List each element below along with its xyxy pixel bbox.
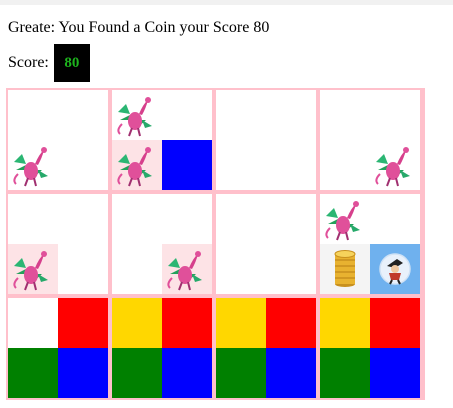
red-tile	[58, 298, 108, 348]
empty-square	[320, 140, 370, 190]
empty-square	[162, 194, 212, 244]
green-tile	[320, 348, 370, 398]
empty-square	[370, 90, 420, 140]
score-display: Score: 80	[8, 44, 90, 82]
game-board	[6, 88, 425, 400]
coin-stack-icon	[320, 244, 370, 294]
empty-square	[58, 194, 108, 244]
empty-square	[266, 194, 316, 244]
yellow-tile	[216, 298, 266, 348]
dragon-icon	[112, 140, 162, 190]
status-message: Greate: You Found a Coin your Score 80	[8, 19, 270, 36]
blue-tile	[162, 348, 212, 398]
board-cell[interactable]	[8, 298, 108, 398]
empty-square	[216, 194, 266, 244]
red-tile	[370, 298, 420, 348]
empty-square	[320, 90, 370, 140]
empty-square	[162, 90, 212, 140]
board-cell[interactable]	[112, 194, 212, 294]
yellow-tile	[320, 298, 370, 348]
blue-tile	[58, 348, 108, 398]
empty-square	[216, 244, 266, 294]
dragon-icon	[162, 244, 212, 294]
board-cell[interactable]	[216, 194, 316, 294]
green-tile	[112, 348, 162, 398]
empty-square	[8, 298, 58, 348]
empty-square	[216, 90, 266, 140]
blue-tile	[162, 140, 212, 190]
player-avatar-icon	[370, 244, 420, 294]
blue-tile	[266, 348, 316, 398]
board-cell[interactable]	[320, 90, 420, 190]
empty-square	[266, 140, 316, 190]
board-cell[interactable]	[320, 298, 420, 398]
blue-tile	[370, 348, 420, 398]
empty-square	[58, 244, 108, 294]
empty-square	[216, 140, 266, 190]
empty-square	[112, 244, 162, 294]
empty-square	[8, 194, 58, 244]
green-tile	[8, 348, 58, 398]
browser-top-strip	[0, 0, 453, 5]
yellow-tile	[112, 298, 162, 348]
dragon-icon	[370, 140, 420, 190]
green-tile	[216, 348, 266, 398]
dragon-icon	[8, 244, 58, 294]
board-cell[interactable]	[112, 298, 212, 398]
dragon-icon	[112, 90, 162, 140]
empty-square	[112, 194, 162, 244]
empty-square	[370, 194, 420, 244]
board-cell[interactable]	[8, 194, 108, 294]
empty-square	[266, 90, 316, 140]
red-tile	[162, 298, 212, 348]
board-cell[interactable]	[216, 298, 316, 398]
board-cell[interactable]	[112, 90, 212, 190]
empty-square	[8, 90, 58, 140]
score-value: 80	[53, 44, 90, 82]
dragon-icon	[320, 194, 370, 244]
board-cell[interactable]	[216, 90, 316, 190]
board-cell[interactable]	[8, 90, 108, 190]
red-tile	[266, 298, 316, 348]
empty-square	[58, 140, 108, 190]
empty-square	[266, 244, 316, 294]
empty-square	[58, 90, 108, 140]
score-label: Score:	[8, 54, 49, 71]
dragon-icon	[8, 140, 58, 190]
board-cell[interactable]	[320, 194, 420, 294]
